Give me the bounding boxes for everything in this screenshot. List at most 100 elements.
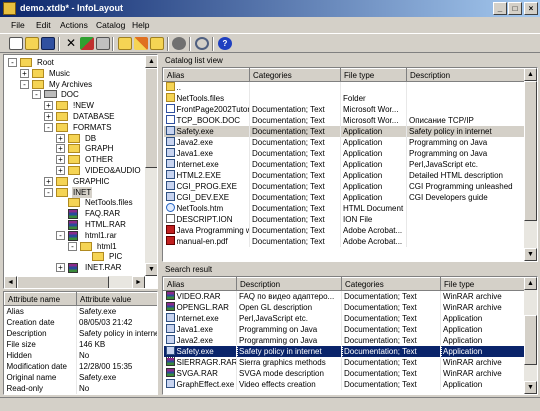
folder-open-icon[interactable] — [118, 37, 132, 50]
scroll-thumb[interactable] — [524, 315, 537, 365]
column-header[interactable]: Attribute value — [76, 292, 157, 306]
tree-hscrollbar[interactable]: ◄ ► — [4, 276, 145, 288]
save-icon[interactable] — [41, 37, 55, 50]
delete-icon[interactable]: ✕ — [64, 37, 78, 50]
expand-icon[interactable]: + — [56, 263, 65, 273]
table-row[interactable]: CGI_DEV.EXE Documentation; Text Applicatio… — [163, 192, 525, 203]
move-icon[interactable] — [80, 37, 94, 50]
tree-node[interactable]: VIDEO&AUDIO — [84, 165, 142, 176]
tree-node[interactable]: NetTools.files — [84, 197, 134, 208]
collapse-icon[interactable]: - — [8, 58, 17, 67]
table-row[interactable]: VIDEO.RAR FAQ по видео адаптеро... Documen… — [163, 290, 525, 302]
tree-node[interactable]: INET — [72, 186, 93, 198]
scroll-down-icon[interactable]: ▼ — [524, 248, 537, 261]
column-header[interactable]: Description — [236, 277, 342, 291]
search-vscrollbar[interactable]: ▲ ▼ — [524, 277, 537, 394]
expand-icon[interactable]: + — [20, 68, 29, 78]
add-files-icon[interactable] — [134, 37, 148, 50]
table-row[interactable]: GraphEffect.exe Video effects creation Doc… — [163, 379, 525, 390]
tree-node[interactable]: DATABASE — [72, 111, 116, 122]
table-row[interactable]: Internet.exe Documentation; Text Applicati… — [163, 159, 525, 170]
scroll-down-icon[interactable]: ▼ — [524, 381, 537, 394]
column-header[interactable]: File type — [440, 277, 525, 291]
table-row[interactable]: DESCRIPT.ION Documentation; Text ION File — [163, 214, 525, 225]
tree-node[interactable]: INET.RAR — [84, 262, 122, 273]
catalog-list[interactable]: Alias Categories File type Description .… — [162, 67, 538, 262]
table-row[interactable]: NetTools.files Folder — [163, 93, 525, 104]
open-icon[interactable] — [25, 37, 39, 50]
table-row[interactable]: TCP_BOOK.DOC Documentation; Text Microsoft… — [163, 115, 525, 126]
tree-node[interactable]: DB — [84, 133, 97, 144]
table-row[interactable]: Java1.exe Programming on Java Documentatio… — [163, 324, 525, 335]
table-row[interactable]: Internet.exe Perl,JavaScript etc. Document… — [163, 313, 525, 324]
tree-node[interactable]: FORMATS — [72, 122, 113, 133]
collapse-icon[interactable]: - — [44, 122, 53, 132]
tree-node[interactable]: GRAPH — [84, 143, 114, 154]
scroll-left-icon[interactable]: ◄ — [4, 276, 17, 288]
menu-catalog[interactable]: Catalog — [96, 20, 125, 30]
table-row[interactable]: Safety.exe Documentation; Text Application… — [163, 126, 525, 137]
scroll-up-icon[interactable]: ▲ — [145, 55, 157, 68]
table-row[interactable]: SVGA.RAR SVGA mode description Documentati… — [163, 368, 525, 379]
expand-icon[interactable]: + — [56, 155, 65, 165]
table-row[interactable]: CGI_PROG.EXE Documentation; Text Applicati… — [163, 181, 525, 192]
expand-icon[interactable]: + — [56, 166, 65, 175]
table-row[interactable]: SIERRAGR.RAR Sierra graphics methods Docum… — [163, 357, 525, 368]
column-header[interactable]: Categories — [341, 277, 441, 291]
column-header[interactable]: Categories — [249, 68, 341, 82]
column-header[interactable]: File type — [340, 68, 407, 82]
scroll-down-icon[interactable]: ▼ — [145, 263, 157, 276]
table-row[interactable]: FrontPage2002Tutori...Documentation; Tex… — [163, 104, 525, 115]
tree-node[interactable]: FAQ.RAR — [84, 208, 121, 219]
minimize-button[interactable]: _ — [493, 2, 507, 15]
maximize-button[interactable]: □ — [508, 2, 522, 15]
tree-node[interactable]: HTML.RAR — [84, 219, 127, 230]
tree-node[interactable]: Root — [36, 57, 55, 68]
scroll-up-icon[interactable]: ▲ — [524, 68, 537, 81]
catalog-vscrollbar[interactable]: ▲ ▼ — [524, 68, 537, 261]
tree-node[interactable]: !NEW — [72, 100, 95, 111]
collapse-icon[interactable]: - — [20, 79, 29, 89]
menu-actions[interactable]: Actions — [60, 20, 88, 30]
menu-file[interactable]: File — [11, 20, 25, 30]
tree-node[interactable]: html1.rar — [84, 230, 118, 241]
scan-icon[interactable] — [150, 37, 164, 50]
scroll-up-icon[interactable]: ▲ — [524, 277, 537, 290]
menu-help[interactable]: Help — [132, 20, 149, 30]
collapse-icon[interactable]: - — [44, 187, 53, 197]
table-row[interactable]: OPENGL.RAR Open GL description Documentati… — [163, 302, 525, 313]
tree-vscrollbar[interactable]: ▲ ▼ — [145, 55, 157, 276]
table-row[interactable]: Safety.exe Safety policy in internet Docum… — [163, 345, 526, 358]
scroll-thumb[interactable] — [524, 81, 537, 221]
expand-icon[interactable]: + — [44, 112, 53, 121]
scroll-thumb[interactable] — [17, 276, 109, 288]
scroll-thumb[interactable] — [145, 68, 157, 168]
collapse-icon[interactable]: - — [56, 230, 65, 240]
properties-icon[interactable] — [96, 37, 110, 50]
expand-icon[interactable]: + — [56, 133, 65, 143]
tree-node[interactable]: OTHER — [84, 154, 114, 165]
collapse-icon[interactable]: - — [68, 241, 77, 251]
column-header[interactable]: Alias — [163, 277, 237, 291]
search-results[interactable]: Alias Description Categories File type V… — [162, 276, 538, 395]
expand-icon[interactable]: + — [44, 176, 53, 186]
column-header[interactable]: Description — [406, 68, 525, 82]
table-row[interactable]: HTML2.EXE Documentation; Text Application D… — [163, 170, 525, 181]
scroll-right-icon[interactable]: ► — [132, 276, 145, 288]
search-icon[interactable] — [195, 37, 209, 50]
table-row[interactable]: Java2.exe Documentation; Text Application P… — [163, 137, 525, 148]
table-row[interactable]: .. — [163, 81, 525, 93]
close-button[interactable]: × — [524, 2, 538, 15]
tree-node[interactable]: GRAPHIC — [72, 176, 110, 187]
tree-node[interactable]: html1 — [96, 241, 118, 252]
table-row[interactable]: Java Programming wi...Documentation; Tex… — [163, 225, 525, 236]
tree-node[interactable]: PIC — [108, 251, 123, 262]
column-header[interactable]: Alias — [163, 68, 250, 82]
tree-node[interactable]: Music — [48, 68, 71, 79]
expand-icon[interactable]: + — [44, 101, 53, 111]
tree-node[interactable]: My Archives — [48, 79, 93, 90]
table-row[interactable]: Java2.exe Programming on Java Documentatio… — [163, 335, 525, 346]
new-icon[interactable] — [9, 37, 23, 50]
collapse-icon[interactable]: - — [32, 90, 41, 100]
menu-edit[interactable]: Edit — [36, 20, 51, 30]
